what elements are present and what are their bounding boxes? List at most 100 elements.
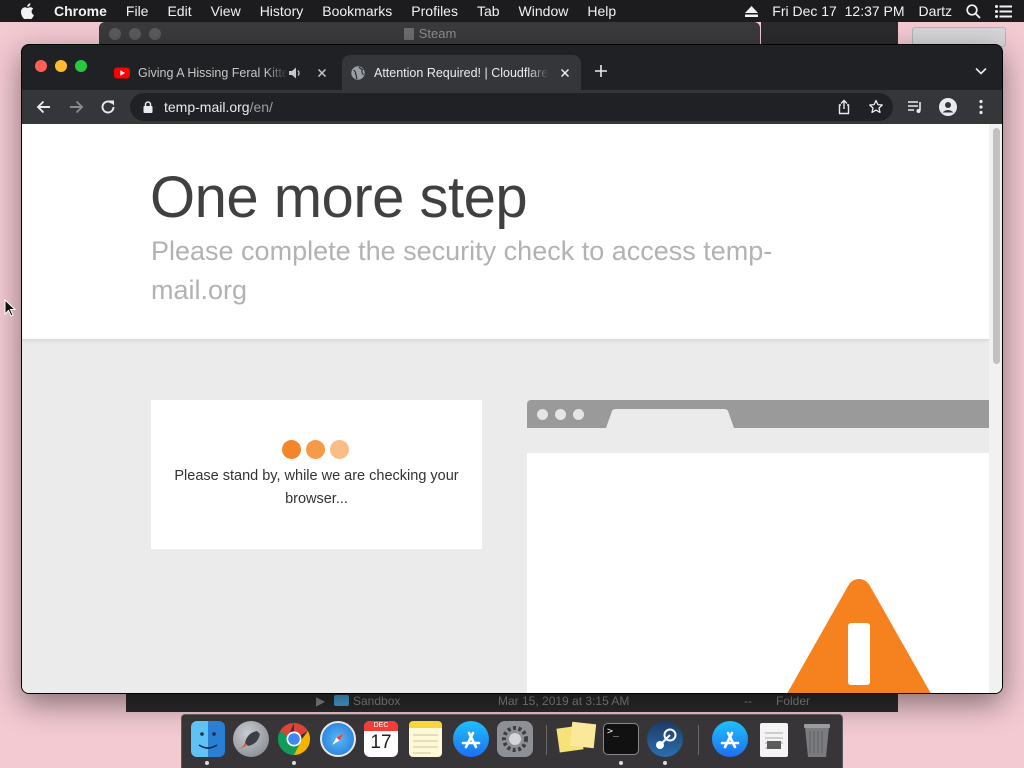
steam-window-title: Steam bbox=[418, 26, 457, 41]
chrome-window: Giving A Hissing Feral Kitten Attention … bbox=[21, 44, 1003, 694]
browser-illustration bbox=[527, 400, 997, 693]
menu-app-name[interactable]: Chrome bbox=[54, 3, 107, 19]
maximize-window-button[interactable] bbox=[75, 60, 87, 72]
compass-icon bbox=[332, 733, 344, 745]
dock-running-indicator bbox=[292, 761, 296, 765]
dock-icon-trash[interactable] bbox=[802, 721, 832, 759]
share-icon[interactable] bbox=[836, 99, 852, 115]
loading-dot bbox=[306, 440, 325, 459]
sticky-note bbox=[569, 721, 597, 749]
illustration-browser-bar bbox=[527, 400, 997, 428]
menu-view[interactable]: View bbox=[211, 3, 241, 19]
steam-icon bbox=[656, 728, 677, 749]
close-tab-icon[interactable] bbox=[557, 65, 573, 81]
document-icon bbox=[765, 732, 783, 749]
finder-item-name-wrap: Sandbox bbox=[334, 694, 400, 708]
new-tab-plus-icon[interactable] bbox=[593, 63, 609, 79]
disclosure-triangle-icon[interactable]: ▶ bbox=[316, 694, 325, 708]
cloudflare-body: Please stand by, while we are checking y… bbox=[22, 339, 997, 693]
forward-arrow-icon[interactable] bbox=[67, 98, 85, 116]
steam-window-controls[interactable] bbox=[109, 28, 161, 40]
warning-triangle-icon bbox=[787, 579, 931, 693]
tab-cloudflare[interactable]: Attention Required! | Cloudflare bbox=[342, 55, 581, 90]
profile-avatar-icon[interactable] bbox=[939, 98, 957, 116]
dock-icon-document[interactable] bbox=[760, 723, 788, 757]
dock-icon-safari[interactable] bbox=[320, 721, 356, 757]
close-window-button[interactable] bbox=[35, 60, 47, 72]
dock-icon-notes[interactable] bbox=[409, 721, 442, 757]
tab-title: Attention Required! | Cloudflare bbox=[374, 65, 549, 80]
url-host: temp-mail.org bbox=[164, 99, 250, 115]
menubar-user[interactable]: Dartz bbox=[919, 3, 952, 19]
menu-bookmarks[interactable]: Bookmarks bbox=[322, 3, 392, 19]
window-controls bbox=[35, 60, 87, 72]
dock-icon-app-store[interactable] bbox=[453, 721, 489, 757]
scrollbar-thumb[interactable] bbox=[993, 128, 1000, 364]
document-icon bbox=[403, 28, 414, 40]
reload-icon[interactable] bbox=[99, 98, 117, 116]
tab-search-chevron-icon[interactable] bbox=[974, 64, 988, 78]
rocket-icon bbox=[241, 731, 260, 749]
eject-icon[interactable] bbox=[745, 5, 759, 17]
illustration-tab bbox=[606, 409, 734, 428]
steam-window-titlebar[interactable]: Steam bbox=[99, 22, 760, 46]
dock-icon-stickies[interactable] bbox=[556, 721, 597, 757]
menu-file[interactable]: File bbox=[126, 3, 149, 19]
menu-profiles[interactable]: Profiles bbox=[411, 3, 458, 19]
menu-help[interactable]: Help bbox=[587, 3, 616, 19]
close-tab-icon[interactable] bbox=[314, 65, 330, 81]
finder-face-icon bbox=[198, 732, 218, 749]
menu-tab[interactable]: Tab bbox=[477, 3, 500, 19]
terminal-prompt-icon: >_ bbox=[607, 726, 620, 737]
back-arrow-icon[interactable] bbox=[35, 98, 53, 116]
loading-dot bbox=[282, 440, 301, 459]
apple-menu-icon[interactable] bbox=[20, 3, 34, 19]
url-path: /en/ bbox=[249, 99, 273, 115]
dock-icon-chrome[interactable] bbox=[276, 721, 312, 757]
menu-edit[interactable]: Edit bbox=[167, 3, 191, 19]
notification-center-icon[interactable] bbox=[995, 4, 1012, 18]
spotlight-search-icon[interactable] bbox=[966, 3, 981, 19]
calendar-month: DEC bbox=[364, 721, 398, 731]
menu-history[interactable]: History bbox=[260, 3, 304, 19]
menu-window[interactable]: Window bbox=[519, 3, 569, 19]
loading-dots bbox=[282, 440, 349, 459]
chrome-icon bbox=[277, 722, 311, 756]
dock-separator bbox=[546, 725, 547, 755]
page-scrollbar[interactable] bbox=[989, 124, 1002, 693]
folder-icon bbox=[334, 695, 349, 706]
gear-icon bbox=[502, 726, 528, 752]
address-bar[interactable]: temp-mail.org/en/ bbox=[130, 93, 893, 121]
menubar-clock[interactable]: Fri Dec 17 12:37 PM bbox=[772, 3, 904, 19]
page-viewport: One more step Please complete the securi… bbox=[22, 124, 1002, 693]
dock-icon-app-store-downloads[interactable] bbox=[712, 721, 748, 757]
calendar-day: 17 bbox=[370, 732, 392, 753]
more-options-icon[interactable] bbox=[972, 98, 990, 116]
dock-icon-steam[interactable] bbox=[647, 721, 683, 757]
dock-icon-system-preferences[interactable] bbox=[497, 721, 533, 757]
dock-icon-calendar[interactable]: DEC 17 bbox=[364, 721, 398, 757]
bookmark-star-icon[interactable] bbox=[868, 99, 884, 115]
dock-icon-launchpad[interactable] bbox=[233, 721, 269, 757]
page-subtitle: Please complete the security check to ac… bbox=[151, 236, 773, 305]
dock-icon-finder[interactable] bbox=[191, 721, 225, 757]
browser-toolbar: temp-mail.org/en/ bbox=[22, 90, 1002, 124]
loading-dot bbox=[330, 440, 349, 459]
security-check-card: Please stand by, while we are checking y… bbox=[151, 400, 482, 549]
dock: DEC 17 >_ bbox=[181, 714, 843, 768]
notes-lines-icon bbox=[413, 734, 438, 754]
security-check-message: Please stand by, while we are checking y… bbox=[174, 468, 459, 507]
dock-separator bbox=[698, 725, 699, 755]
tab-youtube[interactable]: Giving A Hissing Feral Kitten bbox=[106, 55, 338, 90]
minimize-window-button[interactable] bbox=[55, 60, 67, 72]
reading-list-icon[interactable] bbox=[906, 98, 924, 116]
illustration-toolbar bbox=[527, 428, 997, 453]
dock-running-indicator bbox=[205, 761, 209, 765]
dock-running-indicator bbox=[663, 761, 667, 765]
tab-title: Giving A Hissing Feral Kitten bbox=[138, 65, 288, 80]
background-window[interactable] bbox=[761, 22, 898, 46]
lock-icon[interactable] bbox=[143, 101, 153, 113]
speaker-icon[interactable] bbox=[288, 66, 302, 80]
dock-icon-terminal[interactable]: >_ bbox=[603, 723, 639, 755]
url-text[interactable]: temp-mail.org/en/ bbox=[164, 99, 273, 115]
